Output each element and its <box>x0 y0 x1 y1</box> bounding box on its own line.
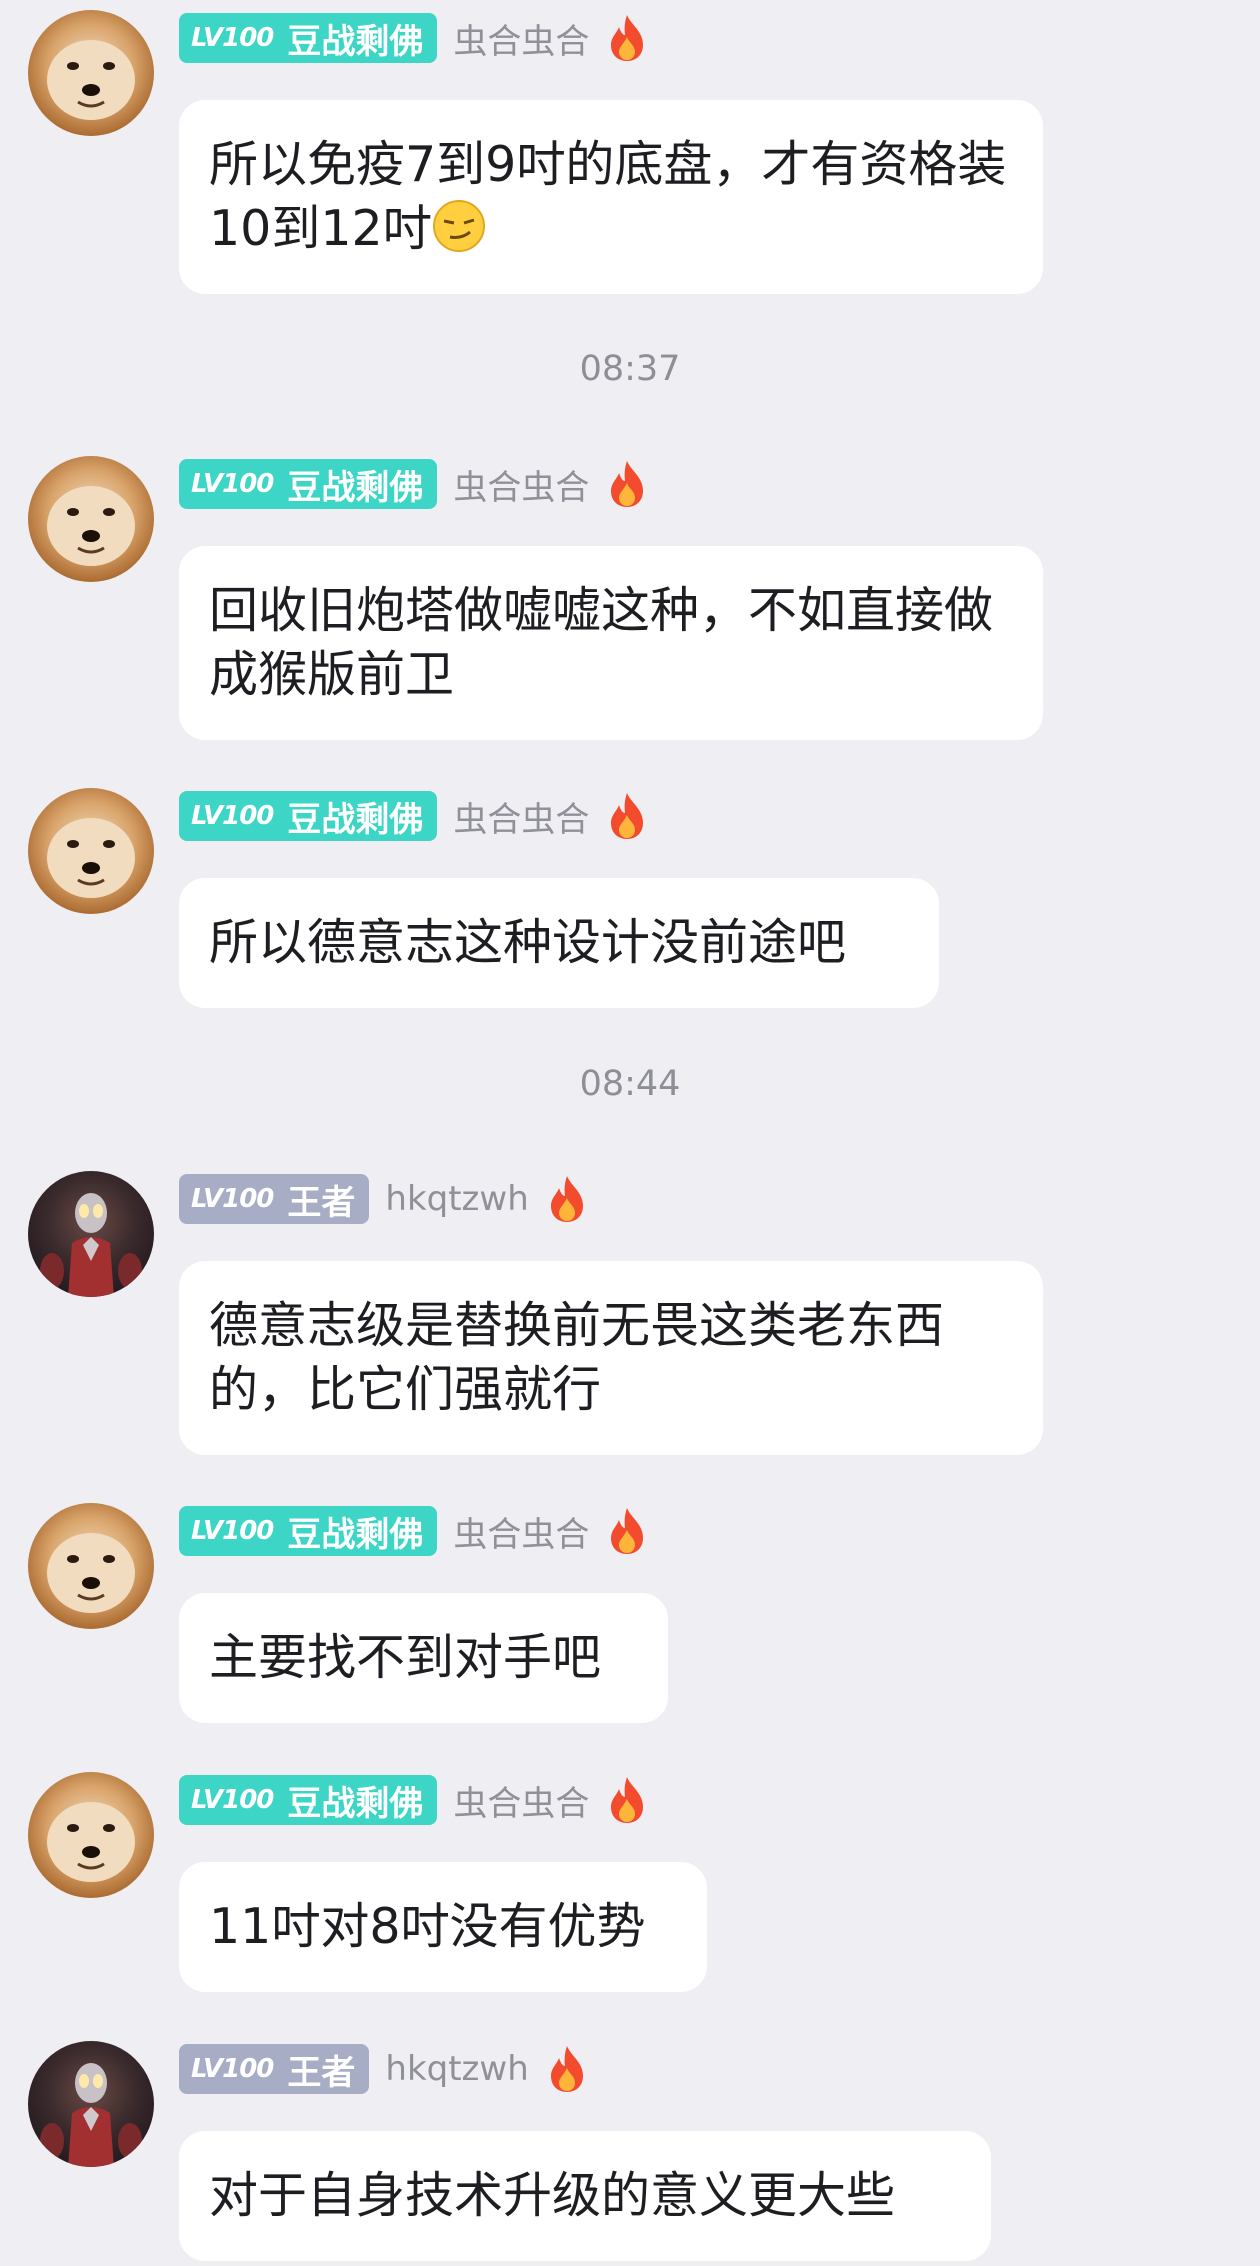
username[interactable]: 虫合虫合 <box>453 460 589 509</box>
username[interactable]: 虫合虫合 <box>453 1776 589 1825</box>
rank-label: 豆战剩佛 <box>287 467 424 508</box>
user-avatar[interactable] <box>28 456 154 582</box>
message-header: LV100 豆战剩佛 虫合虫合 <box>179 12 649 64</box>
fire-icon <box>605 791 649 841</box>
rank-label: 豆战剩佛 <box>287 799 424 840</box>
message-bubble[interactable]: 所以德意志这种设计没前途吧 <box>179 878 939 1008</box>
message-header: LV100 豆战剩佛 虫合虫合 <box>179 1505 649 1557</box>
shiba-avatar-icon <box>47 818 135 898</box>
message-header: LV100 豆战剩佛 虫合虫合 <box>179 1774 649 1826</box>
smirk-emoji-icon <box>432 199 486 253</box>
message-text: 对于自身技术升级的意义更大些 <box>209 2167 896 2224</box>
level-badge: LV100 豆战剩佛 <box>179 459 438 509</box>
message-header: LV100 豆战剩佛 虫合虫合 <box>179 458 649 510</box>
username[interactable]: hkqtzwh <box>385 2049 528 2089</box>
level-label: LV100 <box>191 1785 274 1815</box>
timestamp: 08:37 <box>579 349 681 389</box>
message-text: 主要找不到对手吧 <box>209 1629 602 1686</box>
shiba-avatar-icon <box>47 1533 135 1613</box>
shiba-avatar-icon <box>47 40 135 120</box>
rank-label: 豆战剩佛 <box>287 1514 424 1555</box>
user-avatar[interactable] <box>28 1171 154 1297</box>
username[interactable]: 虫合虫合 <box>453 1507 589 1556</box>
user-avatar[interactable] <box>28 788 154 914</box>
message-text: 所以德意志这种设计没前途吧 <box>209 914 847 971</box>
message-header: LV100 王者 hkqtzwh <box>179 1173 589 1225</box>
level-label: LV100 <box>191 469 274 499</box>
user-avatar[interactable] <box>28 1772 154 1898</box>
username[interactable]: hkqtzwh <box>385 1179 528 1219</box>
message-text: 德意志级是替换前无畏这类老东西的，比它们强就行 <box>209 1297 945 1418</box>
level-label: LV100 <box>191 1516 274 1546</box>
level-badge: LV100 王者 <box>179 1174 370 1224</box>
username[interactable]: 虫合虫合 <box>453 14 589 63</box>
ultraman-avatar-icon <box>40 1193 142 1297</box>
rank-label: 豆战剩佛 <box>287 1783 424 1824</box>
fire-icon <box>545 1174 589 1224</box>
message-bubble[interactable]: 德意志级是替换前无畏这类老东西的，比它们强就行 <box>179 1261 1043 1455</box>
fire-icon <box>605 1775 649 1825</box>
ultraman-avatar-icon <box>40 2063 142 2167</box>
shiba-avatar-icon <box>47 486 135 566</box>
message-bubble[interactable]: 回收旧炮塔做嘘嘘这种，不如直接做成猴版前卫 <box>179 546 1043 740</box>
username[interactable]: 虫合虫合 <box>453 792 589 841</box>
level-badge: LV100 豆战剩佛 <box>179 1775 438 1825</box>
level-badge: LV100 豆战剩佛 <box>179 13 438 63</box>
fire-icon <box>605 13 649 63</box>
message-text: 回收旧炮塔做嘘嘘这种，不如直接做成猴版前卫 <box>209 582 994 703</box>
message-bubble[interactable]: 11吋对8吋没有优势 <box>179 1862 707 1992</box>
level-label: LV100 <box>191 2054 274 2084</box>
shiba-avatar-icon <box>47 1802 135 1882</box>
message-header: LV100 豆战剩佛 虫合虫合 <box>179 790 649 842</box>
rank-label: 豆战剩佛 <box>287 21 424 62</box>
message-bubble[interactable]: 主要找不到对手吧 <box>179 1593 668 1723</box>
level-label: LV100 <box>191 801 274 831</box>
user-avatar[interactable] <box>28 2041 154 2167</box>
fire-icon <box>605 459 649 509</box>
message-text: 11吋对8吋没有优势 <box>209 1898 646 1955</box>
fire-icon <box>605 1506 649 1556</box>
user-avatar[interactable] <box>28 10 154 136</box>
level-badge: LV100 王者 <box>179 2044 370 2094</box>
message-bubble[interactable]: 对于自身技术升级的意义更大些 <box>179 2131 991 2261</box>
fire-icon <box>545 2044 589 2094</box>
level-badge: LV100 豆战剩佛 <box>179 1506 438 1556</box>
message-text: 所以免疫7到9吋的底盘，才有资格装10到12吋 <box>209 136 1007 257</box>
level-label: LV100 <box>191 1184 274 1214</box>
level-badge: LV100 豆战剩佛 <box>179 791 438 841</box>
user-avatar[interactable] <box>28 1503 154 1629</box>
message-header: LV100 王者 hkqtzwh <box>179 2043 589 2095</box>
rank-label: 王者 <box>287 2052 356 2093</box>
level-label: LV100 <box>191 23 274 53</box>
message-bubble[interactable]: 所以免疫7到9吋的底盘，才有资格装10到12吋 <box>179 100 1043 294</box>
timestamp: 08:44 <box>579 1064 681 1104</box>
rank-label: 王者 <box>287 1182 356 1223</box>
